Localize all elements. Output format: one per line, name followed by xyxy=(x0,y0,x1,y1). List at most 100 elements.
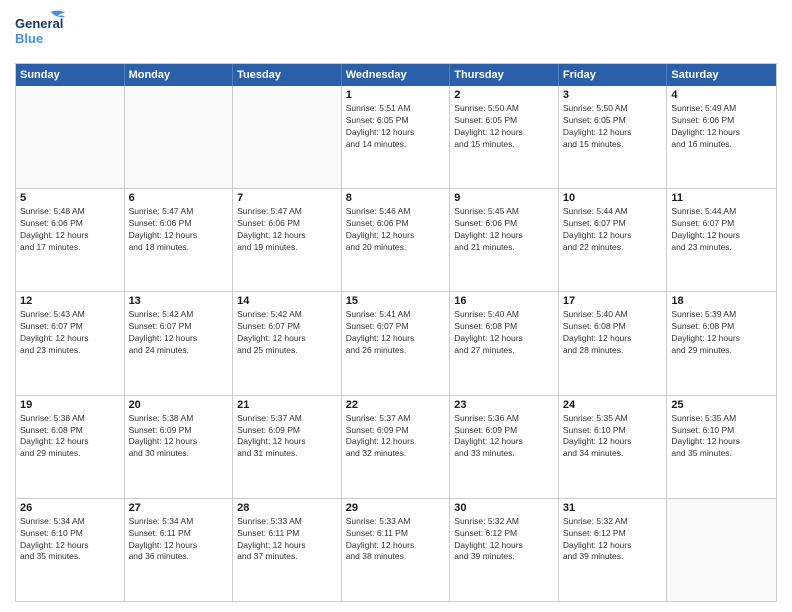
day-cell-24: 24 Sunrise: 5:35 AMSunset: 6:10 PMDayligh… xyxy=(559,396,668,498)
day-cell-2: 2 Sunrise: 5:50 AMSunset: 6:05 PMDaylight… xyxy=(450,86,559,188)
calendar-row-3: 19 Sunrise: 5:38 AMSunset: 6:08 PMDayligh… xyxy=(16,396,776,499)
day-info: Sunrise: 5:50 AMSunset: 6:05 PMDaylight:… xyxy=(454,103,554,151)
calendar-header: SundayMondayTuesdayWednesdayThursdayFrid… xyxy=(16,64,776,86)
day-number: 28 xyxy=(237,502,337,514)
day-info: Sunrise: 5:48 AMSunset: 6:06 PMDaylight:… xyxy=(20,206,120,254)
day-info: Sunrise: 5:35 AMSunset: 6:10 PMDaylight:… xyxy=(563,413,663,461)
day-cell-6: 6Sunrise: 5:47 AMSunset: 6:06 PMDaylight… xyxy=(125,189,234,291)
day-info: Sunrise: 5:33 AMSunset: 6:11 PMDaylight:… xyxy=(346,516,446,564)
day-info: Sunrise: 5:34 AMSunset: 6:10 PMDaylight:… xyxy=(20,516,120,564)
day-info: Sunrise: 5:33 AMSunset: 6:11 PMDaylight:… xyxy=(237,516,337,564)
svg-text:General: General xyxy=(15,16,63,31)
day-cell-3: 3 Sunrise: 5:50 AMSunset: 6:05 PMDaylight… xyxy=(559,86,668,188)
page: GeneralBlue SundayMondayTuesdayWednesday… xyxy=(0,0,792,612)
empty-cell-0-1 xyxy=(125,86,234,188)
day-info: Sunrise: 5:32 AMSunset: 6:12 PMDaylight:… xyxy=(563,516,663,564)
calendar-row-2: 12Sunrise: 5:43 AMSunset: 6:07 PMDayligh… xyxy=(16,292,776,395)
day-info: Sunrise: 5:40 AMSunset: 6:08 PMDaylight:… xyxy=(563,309,663,357)
day-cell-8: 8Sunrise: 5:46 AMSunset: 6:06 PMDaylight… xyxy=(342,189,451,291)
day-number: 26 xyxy=(20,502,120,514)
calendar-body: 1Sunrise: 5:51 AMSunset: 6:05 PMDaylight… xyxy=(16,86,776,601)
day-info: Sunrise: 5:43 AMSunset: 6:07 PMDaylight:… xyxy=(20,309,120,357)
day-cell-12: 12Sunrise: 5:43 AMSunset: 6:07 PMDayligh… xyxy=(16,292,125,394)
day-info: Sunrise: 5:37 AMSunset: 6:09 PMDaylight:… xyxy=(237,413,337,461)
day-cell-20: 20 Sunrise: 5:38 AMSunset: 6:09 PMDayligh… xyxy=(125,396,234,498)
day-info: Sunrise: 5:38 AMSunset: 6:09 PMDaylight:… xyxy=(129,413,229,461)
day-info: Sunrise: 5:50 AMSunset: 6:05 PMDaylight:… xyxy=(563,103,663,151)
day-number: 3 xyxy=(563,89,663,101)
day-cell-7: 7Sunrise: 5:47 AMSunset: 6:06 PMDaylight… xyxy=(233,189,342,291)
calendar: SundayMondayTuesdayWednesdayThursdayFrid… xyxy=(15,63,777,602)
day-number: 31 xyxy=(563,502,663,514)
weekday-header-monday: Monday xyxy=(125,64,234,86)
day-number: 6 xyxy=(129,192,229,204)
day-number: 2 xyxy=(454,89,554,101)
day-number: 21 xyxy=(237,399,337,411)
day-number: 13 xyxy=(129,295,229,307)
day-number: 11 xyxy=(671,192,772,204)
day-cell-17: 17 Sunrise: 5:40 AMSunset: 6:08 PMDayligh… xyxy=(559,292,668,394)
calendar-row-1: 5 Sunrise: 5:48 AMSunset: 6:06 PMDaylight… xyxy=(16,189,776,292)
day-info: Sunrise: 5:46 AMSunset: 6:06 PMDaylight:… xyxy=(346,206,446,254)
calendar-row-0: 1Sunrise: 5:51 AMSunset: 6:05 PMDaylight… xyxy=(16,86,776,189)
weekday-header-friday: Friday xyxy=(559,64,668,86)
day-number: 10 xyxy=(563,192,663,204)
empty-cell-0-0 xyxy=(16,86,125,188)
day-number: 18 xyxy=(671,295,772,307)
day-number: 7 xyxy=(237,192,337,204)
day-cell-11: 11Sunrise: 5:44 AMSunset: 6:07 PMDayligh… xyxy=(667,189,776,291)
day-info: Sunrise: 5:42 AMSunset: 6:07 PMDaylight:… xyxy=(129,309,229,357)
day-cell-18: 18 Sunrise: 5:39 AMSunset: 6:08 PMDayligh… xyxy=(667,292,776,394)
day-info: Sunrise: 5:45 AMSunset: 6:06 PMDaylight:… xyxy=(454,206,554,254)
day-cell-31: 31 Sunrise: 5:32 AMSunset: 6:12 PMDayligh… xyxy=(559,499,668,601)
day-cell-22: 22 Sunrise: 5:37 AMSunset: 6:09 PMDayligh… xyxy=(342,396,451,498)
day-cell-21: 21 Sunrise: 5:37 AMSunset: 6:09 PMDayligh… xyxy=(233,396,342,498)
day-info: Sunrise: 5:37 AMSunset: 6:09 PMDaylight:… xyxy=(346,413,446,461)
day-info: Sunrise: 5:32 AMSunset: 6:12 PMDaylight:… xyxy=(454,516,554,564)
day-number: 24 xyxy=(563,399,663,411)
weekday-header-saturday: Saturday xyxy=(667,64,776,86)
weekday-header-wednesday: Wednesday xyxy=(342,64,451,86)
day-number: 17 xyxy=(563,295,663,307)
day-cell-16: 16Sunrise: 5:40 AMSunset: 6:08 PMDayligh… xyxy=(450,292,559,394)
day-number: 15 xyxy=(346,295,446,307)
day-cell-4: 4Sunrise: 5:49 AMSunset: 6:06 PMDaylight… xyxy=(667,86,776,188)
weekday-header-thursday: Thursday xyxy=(450,64,559,86)
day-cell-19: 19 Sunrise: 5:38 AMSunset: 6:08 PMDayligh… xyxy=(16,396,125,498)
empty-cell-0-2 xyxy=(233,86,342,188)
weekday-header-tuesday: Tuesday xyxy=(233,64,342,86)
day-cell-28: 28 Sunrise: 5:33 AMSunset: 6:11 PMDayligh… xyxy=(233,499,342,601)
header: GeneralBlue xyxy=(15,10,777,55)
day-number: 4 xyxy=(671,89,772,101)
day-number: 27 xyxy=(129,502,229,514)
day-cell-1: 1Sunrise: 5:51 AMSunset: 6:05 PMDaylight… xyxy=(342,86,451,188)
day-cell-14: 14Sunrise: 5:42 AMSunset: 6:07 PMDayligh… xyxy=(233,292,342,394)
day-info: Sunrise: 5:41 AMSunset: 6:07 PMDaylight:… xyxy=(346,309,446,357)
day-info: Sunrise: 5:39 AMSunset: 6:08 PMDaylight:… xyxy=(671,309,772,357)
day-cell-23: 23 Sunrise: 5:36 AMSunset: 6:09 PMDayligh… xyxy=(450,396,559,498)
logo: GeneralBlue xyxy=(15,10,65,55)
day-cell-10: 10 Sunrise: 5:44 AMSunset: 6:07 PMDayligh… xyxy=(559,189,668,291)
day-info: Sunrise: 5:40 AMSunset: 6:08 PMDaylight:… xyxy=(454,309,554,357)
weekday-header-sunday: Sunday xyxy=(16,64,125,86)
day-number: 19 xyxy=(20,399,120,411)
day-cell-30: 30 Sunrise: 5:32 AMSunset: 6:12 PMDayligh… xyxy=(450,499,559,601)
day-cell-5: 5 Sunrise: 5:48 AMSunset: 6:06 PMDaylight… xyxy=(16,189,125,291)
day-number: 22 xyxy=(346,399,446,411)
day-number: 29 xyxy=(346,502,446,514)
day-info: Sunrise: 5:44 AMSunset: 6:07 PMDaylight:… xyxy=(563,206,663,254)
day-cell-26: 26 Sunrise: 5:34 AMSunset: 6:10 PMDayligh… xyxy=(16,499,125,601)
day-info: Sunrise: 5:36 AMSunset: 6:09 PMDaylight:… xyxy=(454,413,554,461)
day-cell-25: 25Sunrise: 5:35 AMSunset: 6:10 PMDayligh… xyxy=(667,396,776,498)
calendar-row-4: 26 Sunrise: 5:34 AMSunset: 6:10 PMDayligh… xyxy=(16,499,776,601)
day-cell-13: 13 Sunrise: 5:42 AMSunset: 6:07 PMDayligh… xyxy=(125,292,234,394)
day-info: Sunrise: 5:34 AMSunset: 6:11 PMDaylight:… xyxy=(129,516,229,564)
day-info: Sunrise: 5:51 AMSunset: 6:05 PMDaylight:… xyxy=(346,103,446,151)
day-info: Sunrise: 5:38 AMSunset: 6:08 PMDaylight:… xyxy=(20,413,120,461)
day-number: 30 xyxy=(454,502,554,514)
day-number: 23 xyxy=(454,399,554,411)
logo-icon: GeneralBlue xyxy=(15,10,65,55)
day-number: 20 xyxy=(129,399,229,411)
day-number: 14 xyxy=(237,295,337,307)
day-number: 5 xyxy=(20,192,120,204)
